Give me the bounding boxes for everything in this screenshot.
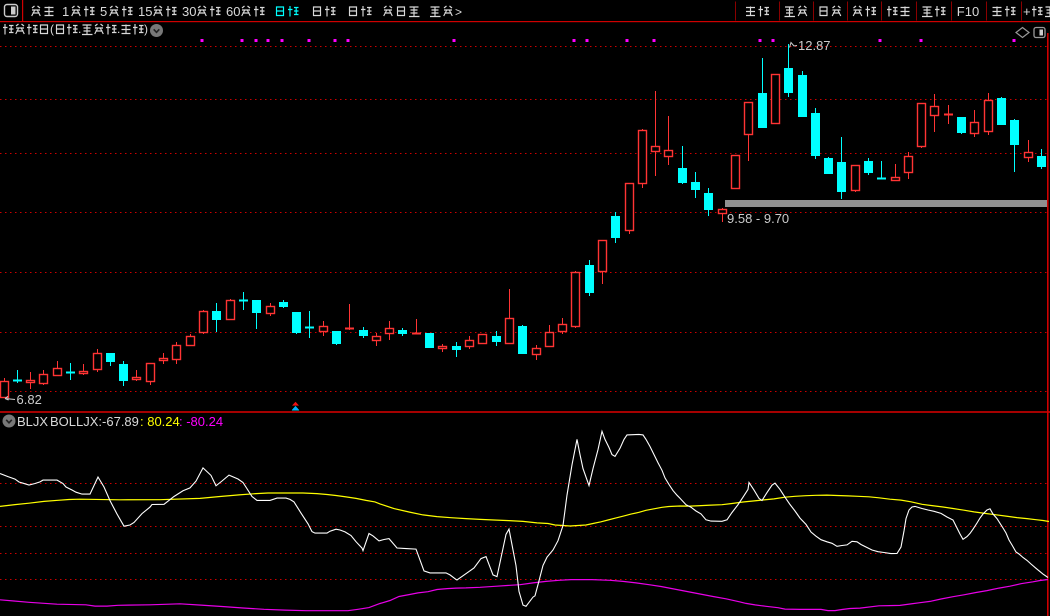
svg-text:.: . <box>78 22 81 36</box>
svg-text:(: ( <box>50 22 54 36</box>
svg-text:): ) <box>144 22 148 36</box>
svg-text:: -80.24: : -80.24 <box>179 414 223 429</box>
svg-text:+: + <box>1023 4 1031 19</box>
svg-text:: 80.24: : 80.24 <box>140 414 180 429</box>
svg-text:6.82: 6.82 <box>17 392 42 407</box>
svg-text:F10: F10 <box>957 4 979 19</box>
svg-text:60: 60 <box>226 4 240 19</box>
svg-text:30: 30 <box>182 4 196 19</box>
svg-text:15: 15 <box>138 4 152 19</box>
svg-text:9.58 - 9.70: 9.58 - 9.70 <box>727 211 789 226</box>
svg-text:5: 5 <box>100 4 107 19</box>
svg-text:.: . <box>117 22 120 36</box>
svg-text:BLJX: BLJX <box>17 414 48 429</box>
svg-text:12.87: 12.87 <box>798 38 831 53</box>
svg-text:BOLLJX:-67.89: BOLLJX:-67.89 <box>50 414 139 429</box>
svg-text:>: > <box>455 5 462 19</box>
svg-text:1: 1 <box>62 4 69 19</box>
